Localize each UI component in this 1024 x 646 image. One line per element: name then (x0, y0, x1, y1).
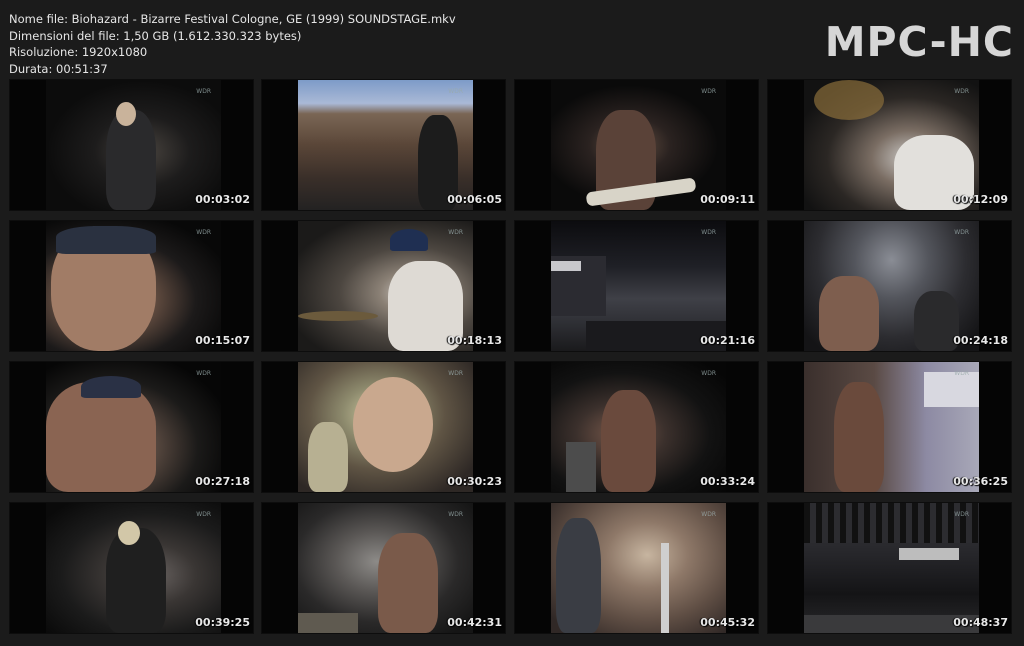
channel-badge: WDR (954, 511, 969, 518)
thumbnail[interactable]: WDR 00:27:18 (10, 362, 253, 492)
video-frame: WDR (298, 221, 473, 351)
timestamp: 00:18:13 (447, 334, 502, 347)
channel-badge: WDR (196, 511, 211, 518)
video-frame: WDR (46, 221, 221, 351)
channel-badge: WDR (701, 511, 716, 518)
timestamp: 00:03:02 (195, 193, 250, 206)
thumbnail[interactable]: WDR 00:48:37 (768, 503, 1011, 633)
video-frame: WDR (804, 362, 979, 492)
channel-badge: WDR (196, 229, 211, 236)
video-frame: WDR (551, 362, 726, 492)
video-frame: WDR (804, 80, 979, 210)
thumbnail[interactable]: WDR 00:33:24 (515, 362, 758, 492)
thumbnail[interactable]: WDR 00:36:25 (768, 362, 1011, 492)
thumbnail[interactable]: WDR 00:12:09 (768, 80, 1011, 210)
channel-badge: WDR (448, 88, 463, 95)
file-info: Nome file: Biohazard - Bizarre Festival … (9, 11, 456, 77)
file-size: Dimensioni del file: 1,50 GB (1.612.330.… (9, 28, 302, 43)
video-frame: WDR (804, 503, 979, 633)
timestamp: 00:39:25 (195, 616, 250, 629)
file-name: Nome file: Biohazard - Bizarre Festival … (9, 12, 456, 26)
timestamp: 00:21:16 (700, 334, 755, 347)
thumbnail[interactable]: WDR 00:42:31 (262, 503, 505, 633)
channel-badge: WDR (448, 511, 463, 518)
timestamp: 00:48:37 (953, 616, 1008, 629)
video-frame: WDR (46, 80, 221, 210)
mpc-hc-logo: MPC-HC (824, 18, 1014, 66)
channel-badge: WDR (196, 370, 211, 377)
thumbnail[interactable]: WDR 00:21:16 (515, 221, 758, 351)
thumbnail[interactable]: WDR 00:15:07 (10, 221, 253, 351)
thumbnail[interactable]: WDR 00:03:02 (10, 80, 253, 210)
thumbnail[interactable]: WDR 00:24:18 (768, 221, 1011, 351)
thumbnail[interactable]: WDR 00:18:13 (262, 221, 505, 351)
timestamp: 00:36:25 (953, 475, 1008, 488)
video-frame: WDR (551, 221, 726, 351)
timestamp: 00:30:23 (447, 475, 502, 488)
resolution: Risoluzione: 1920x1080 (9, 45, 148, 59)
channel-badge: WDR (954, 370, 969, 377)
channel-badge: WDR (448, 370, 463, 377)
duration: Durata: 00:51:37 (9, 61, 108, 76)
video-frame: WDR (46, 503, 221, 633)
video-frame: WDR (551, 80, 726, 210)
thumbnail[interactable]: WDR 00:45:32 (515, 503, 758, 633)
timestamp: 00:12:09 (953, 193, 1008, 206)
channel-badge: WDR (196, 88, 211, 95)
channel-badge: WDR (954, 88, 969, 95)
video-frame: WDR (298, 362, 473, 492)
timestamp: 00:45:32 (700, 616, 755, 629)
channel-badge: WDR (448, 229, 463, 236)
timestamp: 00:24:18 (953, 334, 1008, 347)
video-frame: WDR (298, 503, 473, 633)
video-frame: WDR (551, 503, 726, 633)
channel-badge: WDR (701, 88, 716, 95)
thumbnail[interactable]: WDR 00:39:25 (10, 503, 253, 633)
video-frame: WDR (804, 221, 979, 351)
timestamp: 00:42:31 (447, 616, 502, 629)
timestamp: 00:27:18 (195, 475, 250, 488)
video-frame: WDR (46, 362, 221, 492)
timestamp: 00:09:11 (700, 193, 755, 206)
channel-badge: WDR (701, 370, 716, 377)
channel-badge: WDR (954, 229, 969, 236)
thumbnail[interactable]: WDR 00:30:23 (262, 362, 505, 492)
video-frame: WDR (298, 80, 473, 210)
timestamp: 00:06:05 (447, 193, 502, 206)
timestamp: 00:15:07 (195, 334, 250, 347)
thumbnail[interactable]: WDR 00:06:05 (262, 80, 505, 210)
thumbnail[interactable]: WDR 00:09:11 (515, 80, 758, 210)
timestamp: 00:33:24 (700, 475, 755, 488)
channel-badge: WDR (701, 229, 716, 236)
